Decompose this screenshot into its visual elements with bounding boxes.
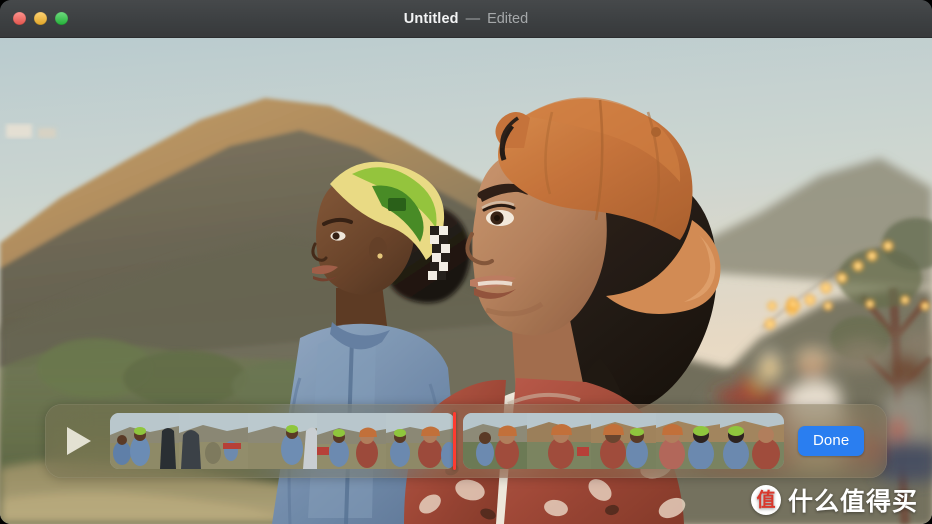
play-triangle-icon [67, 427, 91, 455]
timeline-frame[interactable] [179, 413, 248, 469]
timeline-frame[interactable] [527, 413, 592, 469]
timeline-frame[interactable] [248, 413, 317, 469]
window-titlebar: Untitled — Edited [0, 0, 932, 38]
timeline-frame[interactable] [110, 413, 179, 469]
clip-segment-right[interactable] [463, 413, 784, 469]
photos-editor-window: Untitled — Edited Done 值 什么值得买 [0, 0, 932, 524]
window-title-group: Untitled — Edited [0, 0, 932, 38]
title-separator: — [465, 11, 481, 27]
watermark-text: 什么值得买 [787, 487, 918, 516]
timeline-frame[interactable] [386, 413, 455, 469]
timeline-frame[interactable] [655, 413, 720, 469]
timeline-frame[interactable] [591, 413, 656, 469]
timeline-filmstrip[interactable] [110, 412, 784, 470]
smzdm-logo-icon: 值 [750, 485, 781, 515]
watermark: 值 什么值得买 [750, 482, 918, 518]
timeline-frame[interactable] [463, 413, 528, 469]
play-button[interactable] [45, 404, 107, 478]
timeline-frame[interactable] [317, 413, 386, 469]
timeline-frame[interactable] [719, 413, 784, 469]
playback-control-bar: Done [45, 404, 887, 478]
maximize-window-button[interactable] [55, 12, 68, 25]
traffic-light-group [13, 12, 68, 25]
playhead-indicator[interactable] [453, 412, 456, 470]
clip-segment-left[interactable] [110, 413, 455, 469]
done-button[interactable]: Done [798, 426, 865, 456]
minimize-window-button[interactable] [34, 12, 47, 25]
document-title: Untitled [403, 11, 459, 27]
edited-status-badge: Edited [487, 11, 529, 27]
close-window-button[interactable] [13, 12, 26, 25]
